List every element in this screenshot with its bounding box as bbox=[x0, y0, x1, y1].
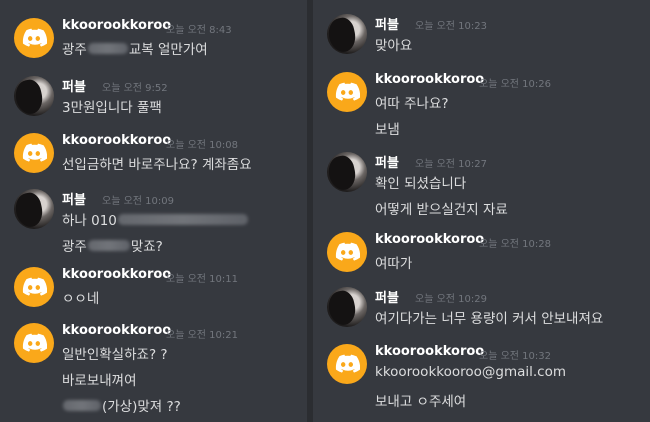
discord-logo-icon[interactable] bbox=[14, 323, 54, 363]
user-avatar[interactable] bbox=[327, 14, 367, 54]
message-text-segment: 여따가 bbox=[375, 256, 413, 272]
discord-logo-icon[interactable] bbox=[14, 18, 54, 58]
message-text: kkoorookkooroo@gmail.com bbox=[375, 364, 566, 380]
right-chat-pane: 퍼블 오늘 오전 10:23 맞아요 kkoorookkoroo 오늘 오전 10:26… bbox=[313, 0, 650, 422]
message-text: 3만원입니다 풀팩 bbox=[62, 96, 162, 116]
discord-logo-svg bbox=[335, 242, 360, 261]
redacted-blur bbox=[63, 399, 101, 411]
message-text: 보내고 ㅇ주세여 bbox=[375, 390, 466, 410]
message-text: 일반인확실하죠? ? bbox=[62, 343, 168, 363]
timestamp: 오늘 오전 10:09 bbox=[102, 196, 174, 207]
hair-shape bbox=[14, 190, 46, 229]
username[interactable]: kkoorookkoroo bbox=[62, 133, 171, 148]
timestamp: 오늘 오전 10:08 bbox=[166, 140, 238, 151]
left-chat-pane: kkoorookkoroo 오늘 오전 8:43 광주 교복 얼만가여 퍼블 오늘 오전 … bbox=[0, 0, 307, 422]
discord-logo-icon[interactable] bbox=[327, 344, 367, 384]
message-text-segment: ㅇㅇ네 bbox=[62, 291, 100, 307]
message-text-segment: 여기다가는 너무 용량이 커서 안보내져요 bbox=[375, 311, 604, 327]
message-text-segment: kkoorookkooroo@gmail.com bbox=[375, 364, 567, 380]
hair-shape bbox=[327, 15, 359, 54]
message-text-segment: 보내고 ㅇ주세여 bbox=[375, 394, 467, 410]
timestamp: 오늘 오전 10:29 bbox=[415, 294, 487, 305]
username[interactable]: 퍼블 bbox=[375, 152, 399, 171]
message-text-segment: 맞아요 bbox=[375, 38, 413, 54]
message-text-segment: 확인 되셨습니다 bbox=[375, 176, 467, 192]
discord-logo-icon[interactable] bbox=[327, 72, 367, 112]
message-text: ㅇㅇ네 bbox=[62, 287, 99, 307]
message-text: 선입금하면 바로주나요? 계좌좀요 bbox=[62, 153, 252, 173]
discord-logo-icon[interactable] bbox=[14, 133, 54, 173]
message-text-segment: (가상)맞져 ?? bbox=[102, 399, 181, 415]
message-text-segment: 여따 주나요? bbox=[375, 96, 449, 112]
user-avatar[interactable] bbox=[14, 189, 54, 229]
discord-logo-svg bbox=[22, 333, 47, 352]
message-text: 어떻게 받으실건지 자료 bbox=[375, 198, 508, 218]
discord-logo-svg bbox=[335, 82, 360, 101]
redacted-blur bbox=[117, 213, 248, 225]
timestamp: 오늘 오전 8:43 bbox=[166, 25, 232, 36]
message-text: 바로보내껴여 bbox=[62, 369, 137, 389]
timestamp: 오늘 오전 10:21 bbox=[166, 330, 238, 341]
message-text: 확인 되셨습니다 bbox=[375, 172, 466, 192]
username[interactable]: kkoorookkoroo bbox=[62, 323, 171, 338]
message-text-segment: 바로보내껴여 bbox=[62, 373, 137, 389]
message-text-segment: 교복 얼만가여 bbox=[128, 42, 208, 58]
hair-shape bbox=[327, 153, 359, 192]
message-text-segment: 선입금하면 바로주나요? 계좌좀요 bbox=[62, 157, 252, 173]
hair-shape bbox=[327, 288, 359, 327]
message-text-segment: 맞죠? bbox=[130, 239, 163, 255]
user-avatar[interactable] bbox=[14, 76, 54, 116]
message-text-segment: 광주 bbox=[62, 42, 87, 58]
message-text-segment: 하나 010 bbox=[62, 213, 117, 229]
username[interactable]: 퍼블 bbox=[375, 14, 399, 33]
message-text-segment: 광주 bbox=[62, 239, 87, 255]
username[interactable]: kkoorookkoroo bbox=[375, 72, 484, 87]
message-text-segment: 어떻게 받으실건지 자료 bbox=[375, 202, 508, 218]
timestamp: 오늘 오전 10:23 bbox=[415, 21, 487, 32]
message-text: 보냄 bbox=[375, 118, 400, 138]
message-text: 광주 교복 얼만가여 bbox=[62, 38, 208, 58]
discord-logo-icon[interactable] bbox=[14, 267, 54, 307]
timestamp: 오늘 오전 9:52 bbox=[102, 83, 168, 94]
discord-logo-svg bbox=[22, 143, 47, 162]
message-text-segment: 3만원입니다 풀팩 bbox=[62, 100, 162, 116]
timestamp: 오늘 오전 10:26 bbox=[479, 79, 551, 90]
message-text: 광주 맞죠? bbox=[62, 235, 163, 255]
discord-logo-svg bbox=[335, 354, 360, 373]
discord-logo-svg bbox=[22, 277, 47, 296]
username[interactable]: kkoorookkoroo bbox=[62, 267, 171, 282]
message-text-segment: 일반인확실하죠? ? bbox=[62, 347, 168, 363]
hair-shape bbox=[14, 77, 46, 116]
redacted-blur bbox=[87, 239, 130, 251]
message-text: 여따 주나요? bbox=[375, 92, 449, 112]
message-text: (가상)맞져 ?? bbox=[62, 395, 181, 415]
username[interactable]: 퍼블 bbox=[62, 189, 86, 208]
timestamp: 오늘 오전 10:27 bbox=[415, 159, 487, 170]
message-text: 여따가 bbox=[375, 252, 412, 272]
redacted-blur bbox=[87, 42, 128, 54]
user-avatar[interactable] bbox=[327, 287, 367, 327]
message-text: 맞아요 bbox=[375, 34, 412, 54]
username[interactable]: 퍼블 bbox=[62, 76, 86, 95]
username[interactable]: kkoorookkoroo bbox=[375, 232, 484, 247]
timestamp: 오늘 오전 10:32 bbox=[479, 351, 551, 362]
message-text: 여기다가는 너무 용량이 커서 안보내져요 bbox=[375, 307, 603, 327]
user-avatar[interactable] bbox=[327, 152, 367, 192]
message-text-segment: 보냄 bbox=[375, 122, 400, 138]
timestamp: 오늘 오전 10:28 bbox=[479, 239, 551, 250]
timestamp: 오늘 오전 10:11 bbox=[166, 274, 238, 285]
username[interactable]: kkoorookkoroo bbox=[62, 18, 171, 33]
username[interactable]: kkoorookkoroo bbox=[375, 344, 484, 359]
discord-logo-icon[interactable] bbox=[327, 232, 367, 272]
discord-logo-svg bbox=[22, 28, 47, 47]
message-text: 하나 010 bbox=[62, 209, 249, 229]
username[interactable]: 퍼블 bbox=[375, 287, 399, 306]
